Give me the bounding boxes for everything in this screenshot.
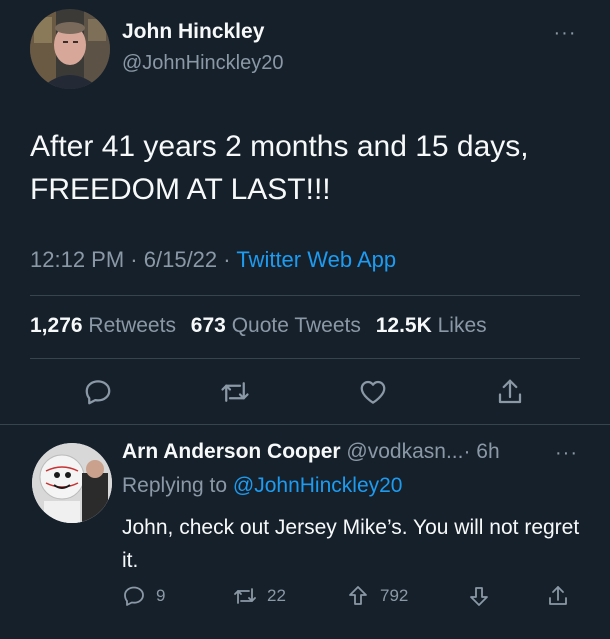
tweet-date[interactable]: 6/15/22 xyxy=(144,247,217,272)
author-avatar[interactable] xyxy=(30,9,110,89)
reply-author-name[interactable]: Arn Anderson Cooper xyxy=(122,440,341,463)
like-icon[interactable] xyxy=(358,377,388,407)
reply-downvote-button[interactable] xyxy=(467,583,501,609)
tweet-text: After 41 years 2 months and 15 days, FRE… xyxy=(30,130,529,206)
reply-share-icon xyxy=(549,586,567,605)
retweets-stat[interactable]: 1,276 Retweets xyxy=(30,314,182,337)
reply-text: John, check out Jersey Mike’s. You will … xyxy=(122,516,580,572)
quote-tweets-label: Quote Tweets xyxy=(231,314,361,337)
author-handle[interactable]: @JohnHinckley20 xyxy=(122,52,284,75)
downvote-arrow-icon xyxy=(470,587,488,606)
author-name[interactable]: John Hinckley xyxy=(122,20,264,44)
likes-stat[interactable]: 12.5K Likes xyxy=(376,314,487,337)
divider-top xyxy=(30,295,580,296)
replying-to: Replying to @JohnHinckley20 xyxy=(122,474,402,498)
reply-retweet-icon xyxy=(234,588,256,604)
tweet-time[interactable]: 12:12 PM xyxy=(30,247,124,272)
retweets-label: Retweets xyxy=(88,314,176,337)
reply-upvote-count: 792 xyxy=(380,586,409,605)
quote-tweets-count: 673 xyxy=(190,314,226,337)
replying-to-mention[interactable]: @JohnHinckley20 xyxy=(233,474,403,497)
retweets-count: 1,276 xyxy=(30,314,83,337)
tweet-source-link[interactable]: Twitter Web App xyxy=(236,247,396,272)
reply-author-handle[interactable]: @vodkasn... xyxy=(346,440,463,463)
reply-upvote-button[interactable]: 792 xyxy=(346,583,408,609)
reply-author-avatar[interactable] xyxy=(32,443,112,523)
likes-count: 12.5K xyxy=(375,314,432,337)
reply-header: Arn Anderson Cooper @vodkasn...· 6h xyxy=(122,440,500,464)
tweet-stats: 1,276 Retweets 673 Quote Tweets 12.5K Li… xyxy=(30,314,496,338)
reply-retweet-button[interactable]: 22 xyxy=(233,583,286,609)
meta-separator-2: · xyxy=(223,247,231,272)
reply-icon[interactable] xyxy=(83,377,113,407)
reply-more-options-icon[interactable]: ··· xyxy=(555,442,578,465)
upvote-arrow-icon xyxy=(349,586,367,605)
reply-reply-button[interactable]: 9 xyxy=(122,583,165,609)
retweet-icon[interactable] xyxy=(220,377,250,407)
replying-to-label: Replying to xyxy=(122,474,228,497)
tweet-metadata: 12:12 PM · 6/15/22 · Twitter Web App xyxy=(30,247,396,273)
meta-separator: · xyxy=(130,247,138,272)
reply-reply-count: 9 xyxy=(156,586,166,605)
reply-time[interactable]: 6h xyxy=(476,440,499,463)
reply-comment-icon xyxy=(124,586,144,606)
reply-retweet-count: 22 xyxy=(267,586,286,605)
reply-separator: · xyxy=(463,440,471,463)
share-icon[interactable] xyxy=(495,377,525,407)
divider-middle xyxy=(30,358,580,359)
likes-label: Likes xyxy=(437,314,487,337)
reply-share-button[interactable] xyxy=(546,583,580,609)
more-options-icon[interactable]: ··· xyxy=(552,20,578,46)
quote-tweets-stat[interactable]: 673 Quote Tweets xyxy=(191,314,367,337)
divider-bottom xyxy=(0,424,610,425)
